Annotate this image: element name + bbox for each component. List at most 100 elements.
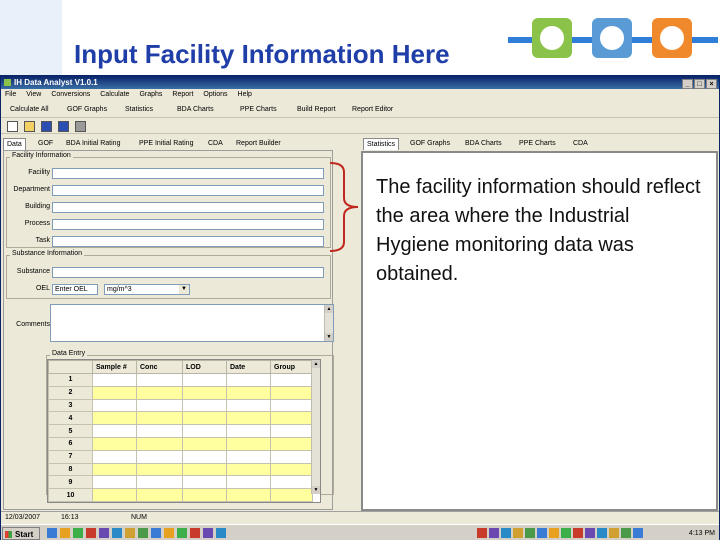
taskbar-tray-icon[interactable] (489, 528, 499, 538)
process-input[interactable] (52, 219, 324, 230)
grid-cell[interactable] (92, 475, 137, 490)
grid-cell[interactable] (136, 424, 183, 438)
minimize-icon[interactable]: _ (682, 79, 693, 89)
taskbar-app-icon[interactable] (164, 528, 174, 538)
menu-file[interactable]: File (5, 91, 16, 98)
facility-input[interactable] (52, 168, 324, 179)
grid-cell[interactable] (270, 411, 313, 426)
grid-cell[interactable] (136, 449, 183, 464)
grid-cell[interactable] (270, 385, 313, 400)
unit-select[interactable]: mg/m^3 ▼ (104, 284, 190, 295)
grid-cell[interactable] (182, 449, 227, 464)
grid-cell[interactable] (226, 398, 271, 413)
grid-cell[interactable] (182, 436, 227, 451)
grid-cell[interactable] (182, 462, 227, 477)
taskbar-app-icon[interactable] (151, 528, 161, 538)
substance-input[interactable] (52, 267, 324, 278)
build-report-button[interactable]: Build Report (297, 102, 336, 118)
menu-help[interactable]: Help (238, 91, 252, 98)
taskbar-tray-icon[interactable] (549, 528, 559, 538)
taskbar-tray-icon[interactable] (501, 528, 511, 538)
grid-cell[interactable] (226, 475, 271, 490)
grid-cell[interactable] (92, 462, 137, 477)
taskbar-tray-icon[interactable] (561, 528, 571, 538)
oel-input[interactable]: Enter OEL (52, 284, 98, 295)
menu-options[interactable]: Options (203, 91, 227, 98)
grid-cell[interactable] (226, 488, 271, 502)
ppe-charts-button[interactable]: PPE Charts (240, 102, 277, 118)
grid-cell[interactable] (136, 475, 183, 490)
tab-gof-graphs[interactable]: GOF Graphs (407, 138, 453, 150)
chevron-down-icon[interactable]: ▼ (179, 285, 189, 294)
grid-cell[interactable] (270, 462, 313, 477)
tab-cda[interactable]: CDA (570, 138, 591, 150)
menu-view[interactable]: View (26, 91, 41, 98)
grid-cell[interactable] (92, 488, 137, 502)
save-as-icon[interactable] (58, 121, 69, 132)
tab-data[interactable]: Data (3, 138, 26, 150)
taskbar-tray-icon[interactable] (597, 528, 607, 538)
grid-cell[interactable] (136, 462, 183, 477)
tab-ppe-initial-rating[interactable]: PPE Initial Rating (136, 138, 196, 150)
grid-cell[interactable] (182, 398, 227, 413)
grid-cell[interactable] (136, 411, 183, 426)
grid-cell[interactable] (270, 488, 313, 502)
tab-cda[interactable]: CDA (205, 138, 226, 150)
taskbar-tray-icon[interactable] (525, 528, 535, 538)
grid-cell[interactable] (270, 475, 313, 490)
building-input[interactable] (52, 202, 324, 213)
tab-ppe-charts[interactable]: PPE Charts (516, 138, 559, 150)
open-folder-icon[interactable] (24, 121, 35, 132)
taskbar-app-icon[interactable] (47, 528, 57, 538)
grid-cell[interactable] (182, 411, 227, 426)
grid-cell[interactable] (226, 424, 271, 438)
taskbar-tray-icon[interactable] (513, 528, 523, 538)
grid-cell[interactable] (226, 385, 271, 400)
taskbar-tray-icon[interactable] (573, 528, 583, 538)
tab-statistics[interactable]: Statistics (363, 138, 400, 150)
bda-charts-button[interactable]: BDA Charts (177, 102, 214, 118)
close-icon[interactable]: × (706, 79, 717, 89)
comments-textarea[interactable]: ▲ ▼ (50, 304, 334, 342)
grid-cell[interactable] (270, 398, 313, 413)
taskbar-app-icon[interactable] (190, 528, 200, 538)
grid-cell[interactable] (92, 436, 137, 451)
taskbar-app-icon[interactable] (86, 528, 96, 538)
menu-report[interactable]: Report (172, 91, 193, 98)
grid-cell[interactable] (270, 449, 313, 464)
grid-cell[interactable] (182, 385, 227, 400)
grid-cell[interactable] (92, 411, 137, 426)
task-input[interactable] (52, 236, 324, 247)
taskbar-tray-icon[interactable] (633, 528, 643, 538)
grid-cell[interactable] (182, 488, 227, 502)
tab-bda-initial-rating[interactable]: BDA Initial Rating (63, 138, 123, 150)
taskbar-app-icon[interactable] (203, 528, 213, 538)
taskbar-app-icon[interactable] (60, 528, 70, 538)
grid-cell[interactable] (226, 436, 271, 451)
taskbar-tray-icon[interactable] (477, 528, 487, 538)
taskbar-app-icon[interactable] (99, 528, 109, 538)
gof-graphs-button[interactable]: GOF Graphs (67, 102, 107, 118)
grid-cell[interactable] (92, 424, 137, 438)
taskbar-app-icon[interactable] (177, 528, 187, 538)
data-entry-grid[interactable]: Sample # Conc LOD Date Group 1 2 3 4 5 6 7 8 9 10 ▲ ▼ (47, 359, 321, 503)
taskbar-app-icon[interactable] (125, 528, 135, 538)
taskbar-app-icon[interactable] (73, 528, 83, 538)
grid-cell[interactable] (136, 488, 183, 502)
report-editor-button[interactable]: Report Editor (352, 102, 393, 118)
menu-calculate[interactable]: Calculate (100, 91, 129, 98)
grid-cell[interactable] (182, 424, 227, 438)
new-file-icon[interactable] (7, 121, 18, 132)
grid-cell[interactable] (136, 385, 183, 400)
grid-cell[interactable] (136, 373, 183, 387)
grid-cell[interactable] (270, 436, 313, 451)
tab-report-builder[interactable]: Report Builder (233, 138, 284, 150)
department-input[interactable] (52, 185, 324, 196)
menu-conversions[interactable]: Conversions (51, 91, 90, 98)
grid-cell[interactable] (92, 398, 137, 413)
tab-bda-charts[interactable]: BDA Charts (462, 138, 505, 150)
grid-scrollbar[interactable]: ▲ ▼ (311, 360, 320, 494)
grid-cell[interactable] (92, 373, 137, 387)
maximize-icon[interactable]: □ (694, 79, 705, 89)
start-button[interactable]: Start (2, 527, 40, 540)
